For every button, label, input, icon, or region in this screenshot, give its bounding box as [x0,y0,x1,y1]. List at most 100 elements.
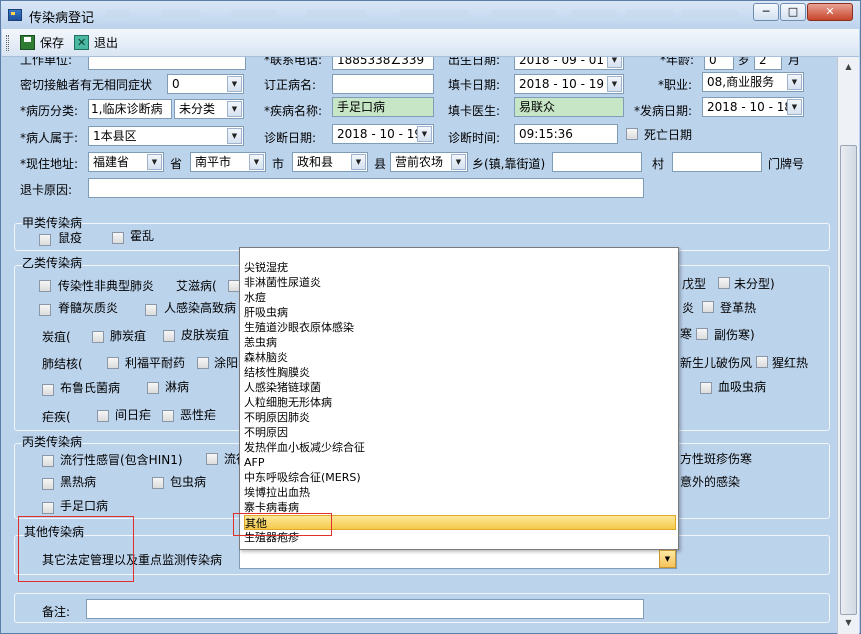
checkbox[interactable] [702,301,714,313]
checkbox[interactable] [39,304,51,316]
disease-name-label: *疾病名称: [264,104,323,118]
city-select[interactable]: 南平市 ▼ [190,152,266,172]
dropdown-option[interactable]: 肝吸虫病 [244,305,676,320]
dropdown-option[interactable]: 埃博拉出血热 [244,485,676,500]
class-c-item: 意外的感染 [680,475,741,489]
checkbox[interactable] [145,304,157,316]
checkbox[interactable] [163,330,175,342]
dropdown-option[interactable]: 尖锐湿疣 [244,260,676,275]
dropdown-option[interactable]: AFP [244,455,676,470]
month-label: 月 [788,57,801,67]
other-disease-select[interactable] [239,549,677,569]
chevron-down-icon[interactable]: ▼ [227,128,242,144]
chevron-down-icon[interactable]: ▼ [659,550,676,568]
class-c-item: 包虫病 [170,475,207,489]
chevron-down-icon[interactable]: ▼ [351,154,366,170]
close-contact-select[interactable]: 0 ▼ [167,74,244,94]
diagnosis-time-label: 诊断时间: [448,131,501,145]
checkbox[interactable] [97,410,109,422]
chevron-down-icon[interactable]: ▼ [147,154,162,170]
checkbox[interactable] [42,502,54,514]
work-unit-input[interactable] [88,57,246,70]
belongs-select[interactable]: 1本县区 ▼ [88,126,244,146]
province-select[interactable]: 福建省 ▼ [88,152,164,172]
village-input[interactable] [552,152,642,172]
disease-name-input[interactable]: 手足口病 [332,97,434,117]
dropdown-option[interactable]: 不明原因 [244,425,676,440]
save-button[interactable]: 保存 [18,34,64,52]
checkbox[interactable] [39,280,51,292]
checkbox[interactable] [162,410,174,422]
close-button[interactable]: ✕ [807,3,853,21]
checkbox[interactable] [756,356,768,368]
dropdown-option[interactable]: 恙虫病 [244,335,676,350]
dropdown-option[interactable]: 发热伴血小板减少综合征 [244,440,676,455]
dropdown-option[interactable]: 中东呼吸综合征(MERS) [244,470,676,485]
township-select[interactable]: 营前农场 ▼ [390,152,468,172]
reject-reason-input[interactable] [88,178,644,198]
chevron-down-icon[interactable]: ▼ [787,74,802,90]
checkbox[interactable] [718,277,730,289]
class-b-item: 疟疾( [42,410,71,424]
checkbox[interactable] [700,382,712,394]
diagnosis-time-input[interactable]: 09:15:36 [514,124,618,144]
revised-disease-input[interactable] [332,74,434,94]
checkbox[interactable] [42,384,54,396]
checkbox[interactable] [206,453,218,465]
checkbox[interactable] [92,331,104,343]
chevron-down-icon[interactable]: ▼ [787,99,802,115]
dropdown-option[interactable]: 人感染猪链球菌 [244,380,676,395]
blurred-menu-5 [399,10,469,20]
contact-phone-input[interactable]: 1885338∠339 [332,57,434,70]
occupation-select[interactable]: 08,商业服务 ▼ [702,72,804,92]
remark-input[interactable] [86,599,644,619]
checkbox[interactable] [39,234,51,246]
checkbox[interactable] [197,357,209,369]
exit-icon [74,34,89,52]
blurred-menu-9 [681,10,739,20]
dropdown-option[interactable]: 人粒细胞无形体病 [244,395,676,410]
scroll-down-icon[interactable]: ▼ [840,615,857,631]
dropdown-option[interactable]: 水痘 [244,290,676,305]
dropdown-option[interactable]: 结核性胸膜炎 [244,365,676,380]
chevron-down-icon[interactable]: ▼ [451,154,466,170]
case-class-select[interactable]: 1,临床诊断病 [88,99,172,119]
checkbox[interactable] [147,382,159,394]
minimize-button[interactable]: ─ [753,3,779,21]
dropdown-option[interactable]: 非淋菌性尿道炎 [244,275,676,290]
checkbox[interactable] [152,477,164,489]
disease-dropdown-list[interactable]: 尖锐湿疣 非淋菌性尿道炎 水痘 肝吸虫病 生殖道沙眼衣原体感染 恙虫病 森林脑炎 结核性胸膜炎… [239,247,679,550]
chevron-down-icon[interactable]: ▼ [417,126,432,142]
card-doctor-input[interactable]: 易联众 [514,97,624,117]
dropdown-option[interactable]: 森林脑炎 [244,350,676,365]
case-class-sub-select[interactable]: 未分类 ▼ [174,99,244,119]
chevron-down-icon[interactable]: ▼ [249,154,264,170]
birth-date-input[interactable]: 2018 - 09 - 01 ▼ [514,57,624,70]
chevron-down-icon[interactable]: ▼ [607,76,622,92]
checkbox[interactable] [696,328,708,340]
scroll-up-icon[interactable]: ▲ [840,59,857,75]
exit-button[interactable]: 退出 [72,34,118,52]
class-b-item: 利福平耐药 [125,356,186,370]
diagnosis-date-input[interactable]: 2018 - 10 - 19 ▼ [332,124,434,144]
vertical-scrollbar[interactable]: ▲ ▼ [837,57,859,634]
chevron-down-icon[interactable]: ▼ [227,101,242,117]
checkbox[interactable] [42,455,54,467]
class-b-item: 人感染高致病 [164,301,237,315]
card-date-input[interactable]: 2018 - 10 - 19 ▼ [514,74,624,94]
death-date-checkbox[interactable] [626,128,638,140]
maximize-button[interactable]: □ [780,3,806,21]
dropdown-option[interactable]: 生殖道沙眼衣原体感染 [244,320,676,335]
checkbox[interactable] [107,357,119,369]
house-number-input[interactable] [672,152,762,172]
age-input[interactable]: 0 [704,57,734,70]
checkbox[interactable] [112,232,124,244]
county-select[interactable]: 政和县 ▼ [292,152,368,172]
checkbox[interactable] [42,478,54,490]
age-month-input[interactable]: 2 [754,57,782,70]
chevron-down-icon[interactable]: ▼ [607,57,622,68]
onset-date-input[interactable]: 2018 - 10 - 18 ▼ [702,97,804,117]
dropdown-option[interactable]: 不明原因肺炎 [244,410,676,425]
scroll-thumb[interactable] [840,145,857,615]
chevron-down-icon[interactable]: ▼ [227,76,242,92]
